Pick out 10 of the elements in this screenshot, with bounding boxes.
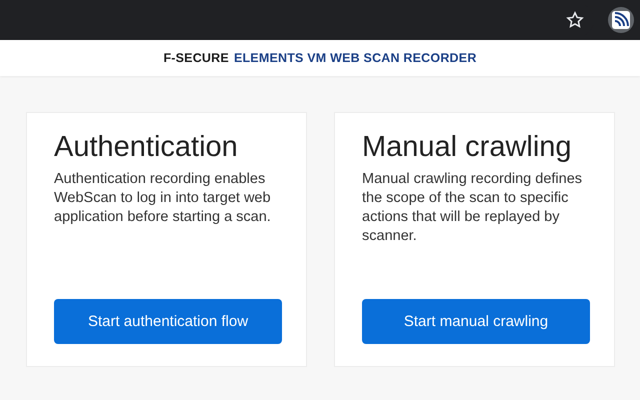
start-button[interactable]: Start manual crawling	[362, 299, 590, 344]
card-title: Authentication	[54, 131, 239, 164]
card-title: Manual crawling	[362, 131, 573, 164]
card-description: Authentication recording enables WebScan to log in into target web application before starting a scan.	[54, 170, 272, 227]
card-description: Manual crawling recording defines the scope of the scan to specific actions that will be replayed by scanner.	[362, 170, 584, 246]
bookmark-star-icon[interactable]	[566, 11, 584, 29]
product-name: ELEMENTS VM WEB SCAN RECORDER	[234, 51, 477, 65]
start-button[interactable]: Start authentication flow	[54, 299, 282, 344]
extension-icon[interactable]	[608, 7, 634, 33]
brand-name: F-SECURE	[163, 51, 229, 65]
